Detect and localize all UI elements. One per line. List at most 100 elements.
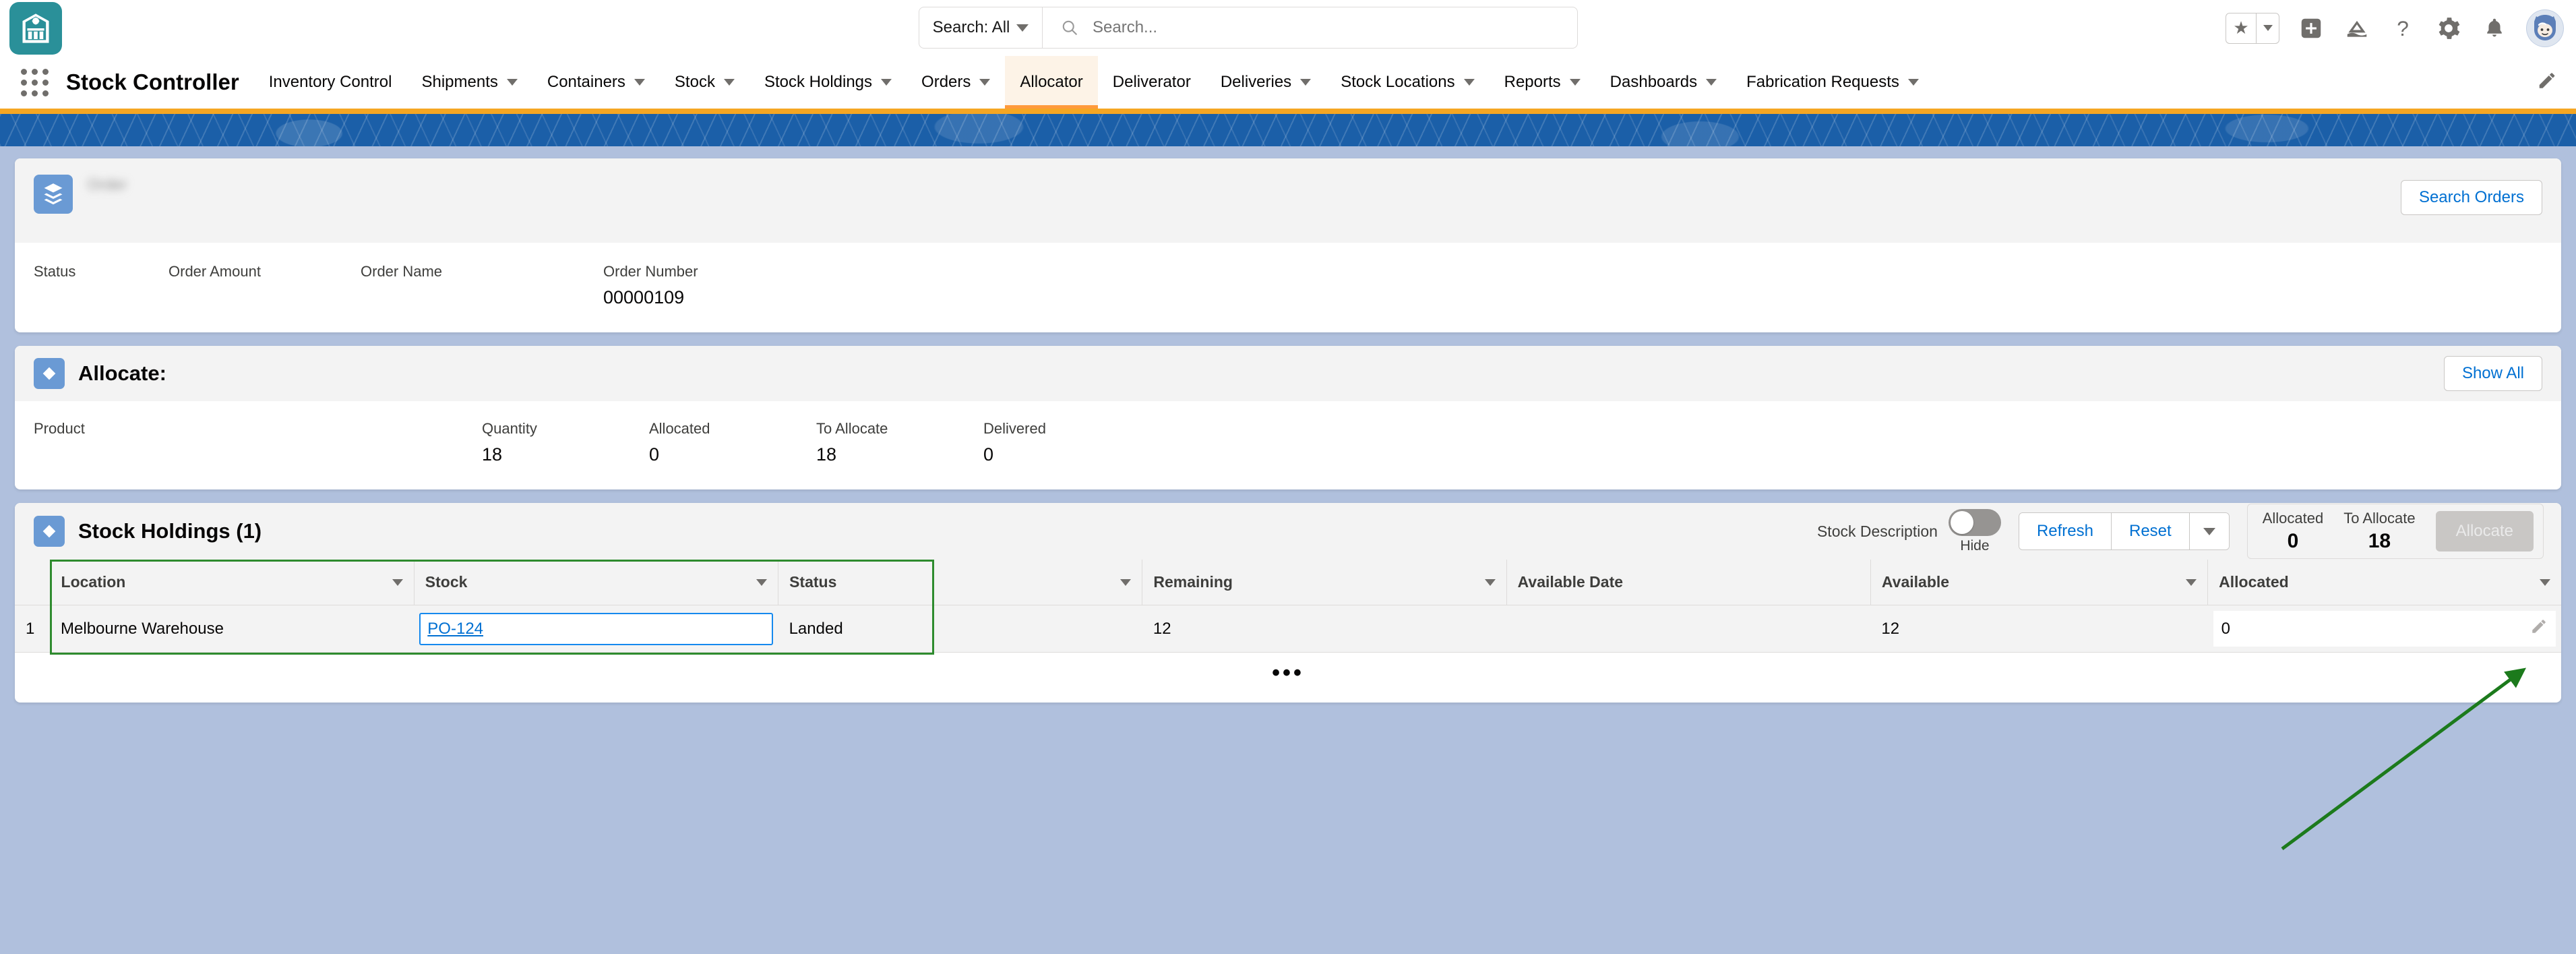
cell-remaining[interactable]: 12 — [1142, 605, 1507, 653]
nav-item-containers[interactable]: Containers — [532, 56, 660, 109]
favorites-caret-icon[interactable] — [2256, 13, 2279, 43]
nav-item-stock[interactable]: Stock — [660, 56, 749, 109]
notifications-bell-icon[interactable] — [2480, 14, 2509, 42]
allocated-cell-editable[interactable]: 0 — [2213, 611, 2556, 647]
global-add-icon[interactable] — [2297, 14, 2325, 42]
nav-item-stock-locations[interactable]: Stock Locations — [1326, 56, 1489, 109]
help-icon[interactable]: ? — [2389, 14, 2417, 42]
edit-navigation-pencil-icon[interactable] — [2537, 71, 2557, 94]
stock-description-toggle-group[interactable]: Stock Description Hide — [1817, 508, 2001, 554]
allocated-cell-edit-pencil-icon[interactable] — [2530, 618, 2548, 640]
accent-bar — [0, 109, 2576, 114]
search-scope-label: Search: All — [932, 18, 1010, 36]
chevron-down-icon — [979, 79, 991, 86]
favorites-star-icon[interactable]: ★ — [2226, 13, 2256, 43]
nav-item-deliverator[interactable]: Deliverator — [1098, 56, 1206, 109]
chevron-down-icon — [1907, 79, 1919, 86]
show-all-button[interactable]: Show All — [2443, 356, 2542, 391]
reset-button[interactable]: Reset — [2111, 513, 2190, 549]
field-value — [361, 287, 603, 308]
refresh-button[interactable]: Refresh — [2019, 513, 2112, 549]
setup-gear-icon[interactable] — [2434, 14, 2463, 42]
col-label: Allocated — [2219, 573, 2289, 591]
stock-description-toggle[interactable] — [1948, 508, 2001, 536]
global-search[interactable]: Search: All — [919, 7, 1578, 49]
search-orders-button[interactable]: Search Orders — [2400, 180, 2542, 215]
cell-location[interactable]: Melbourne Warehouse — [50, 605, 415, 653]
nav-label: Shipments — [421, 73, 498, 91]
nav-item-fabrication-requests[interactable]: Fabrication Requests — [1731, 56, 1934, 109]
field-label: Order Number — [603, 263, 698, 280]
col-available-date[interactable]: Available Date — [1506, 560, 1871, 605]
col-location[interactable]: Location — [50, 560, 415, 605]
svg-text:?: ? — [2397, 16, 2409, 40]
user-avatar[interactable] — [2526, 9, 2564, 47]
nav-item-deliveries[interactable]: Deliveries — [1206, 56, 1326, 109]
search-input[interactable] — [1093, 18, 1558, 37]
app-logo[interactable] — [9, 1, 62, 55]
allocation-summary: Allocated 0 To Allocate 18 Allocate — [2246, 504, 2544, 559]
col-stock[interactable]: Stock — [414, 560, 779, 605]
nav-item-inventory-control[interactable]: Inventory Control — [254, 56, 407, 109]
col-label: Status — [789, 573, 837, 591]
cell-available[interactable]: 12 — [1870, 605, 2208, 653]
search-icon — [1062, 20, 1077, 35]
col-allocated[interactable]: Allocated — [2207, 560, 2561, 605]
cell-rownum: 1 — [15, 605, 51, 653]
col-available[interactable]: Available — [1870, 560, 2209, 605]
nav-label: Stock Holdings — [764, 73, 873, 91]
stock-link[interactable]: PO-124 — [427, 620, 483, 638]
field-order-number: Order Number 00000109 — [603, 263, 846, 308]
chevron-down-icon[interactable] — [1484, 578, 1496, 586]
chevron-down-icon[interactable] — [392, 578, 403, 586]
page-banner-image — [0, 114, 2576, 146]
allocate-col-product: Product — [34, 420, 482, 465]
nav-label: Deliverator — [1112, 73, 1191, 91]
table-action-button-group: Refresh Reset — [2018, 512, 2230, 550]
stock-description-toggle-sublabel: Hide — [1960, 537, 1990, 554]
cell-stock[interactable]: PO-124 — [414, 605, 778, 653]
col-label: Available Date — [1517, 573, 1624, 591]
order-record-card: Order Search Orders Status Order Amount … — [15, 158, 2561, 332]
chevron-down-icon[interactable] — [2540, 578, 2550, 586]
field-value: 0 — [983, 444, 994, 465]
chevron-down-icon — [1016, 24, 1029, 32]
field-order-name: Order Name — [361, 263, 603, 308]
nav-item-orders[interactable]: Orders — [907, 56, 1005, 109]
chevron-down-icon[interactable] — [756, 578, 768, 586]
table-row[interactable]: 1 Melbourne Warehouse PO-124 Landed 12 1… — [15, 605, 2561, 653]
col-status[interactable]: Status — [778, 560, 1143, 605]
field-status: Status — [34, 263, 168, 308]
allocate-button[interactable]: Allocate — [2435, 511, 2534, 551]
cell-status[interactable]: Landed — [778, 605, 1142, 653]
col-remaining[interactable]: Remaining — [1142, 560, 1507, 605]
col-label: Available — [1881, 573, 1950, 591]
stock-cell-focused[interactable]: PO-124 — [419, 612, 773, 645]
allocate-col-quantity: Quantity 18 — [482, 420, 649, 465]
nav-label: Containers — [547, 73, 625, 91]
field-label: Order Name — [361, 263, 443, 280]
nav-item-dashboards[interactable]: Dashboards — [1595, 56, 1731, 109]
nav-item-allocator[interactable]: Allocator — [1005, 56, 1099, 109]
chevron-down-icon[interactable] — [1120, 578, 1132, 586]
table-more-options-button[interactable]: ••• — [15, 653, 2561, 698]
app-launcher-icon[interactable] — [2343, 14, 2371, 42]
search-scope-selector[interactable]: Search: All — [919, 7, 1043, 48]
app-name-label: Stock Controller — [66, 69, 239, 94]
more-actions-dropdown-button[interactable] — [2189, 513, 2229, 549]
order-record-titles: Order — [88, 175, 215, 228]
nav-item-reports[interactable]: Reports — [1490, 56, 1595, 109]
app-launcher-waffle-icon[interactable] — [11, 56, 58, 109]
cell-available-date[interactable] — [1506, 605, 1871, 653]
nav-item-stock-holdings[interactable]: Stock Holdings — [749, 56, 907, 109]
chevron-down-icon — [723, 79, 735, 86]
favorites-group[interactable]: ★ — [2226, 12, 2279, 44]
chevron-down-icon[interactable] — [2186, 578, 2197, 586]
nav-item-shipments[interactable]: Shipments — [406, 56, 532, 109]
search-input-zone[interactable] — [1043, 7, 1577, 48]
order-icon — [34, 175, 73, 214]
chevron-down-icon — [881, 79, 892, 86]
field-label: Product — [34, 420, 85, 437]
cell-allocated[interactable]: 0 — [2207, 605, 2561, 653]
col-label: Location — [61, 573, 126, 591]
